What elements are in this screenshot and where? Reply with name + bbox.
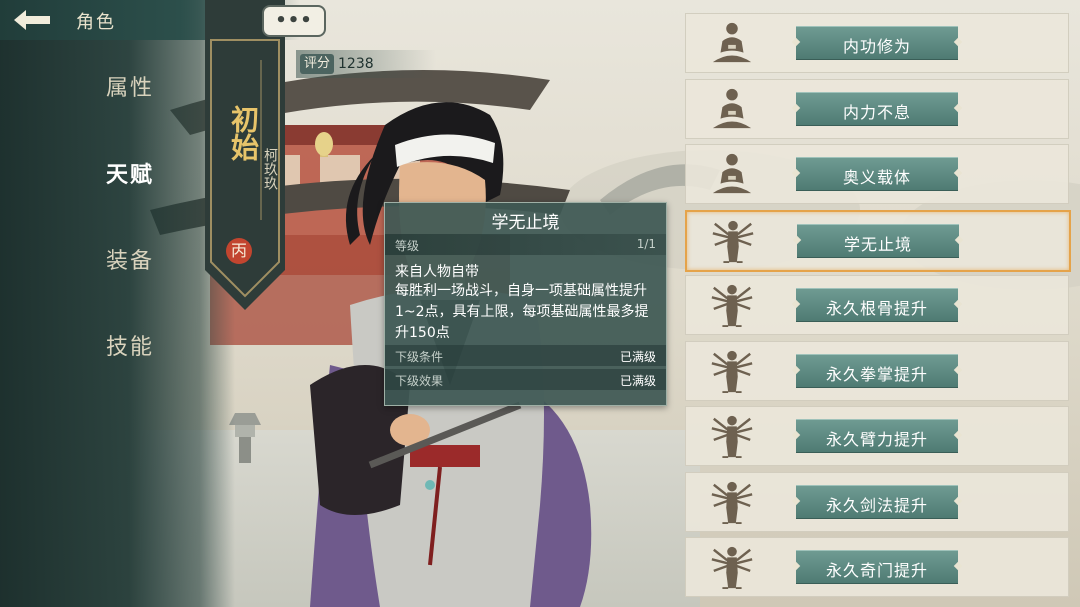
talent-label: 奥义载体 bbox=[842, 168, 911, 187]
character-name: 柯玖玖 bbox=[262, 148, 278, 190]
talent-button[interactable]: 永久根骨提升 bbox=[796, 288, 958, 322]
tooltip-level-value: 1/1 bbox=[636, 237, 656, 251]
talent-row[interactable]: 学无止境 bbox=[685, 209, 1071, 272]
talent-row[interactable]: 永久根骨提升 bbox=[685, 275, 1069, 335]
talent-button[interactable]: 内功修为 bbox=[796, 26, 958, 60]
talent-button[interactable]: 永久剑法提升 bbox=[796, 484, 958, 519]
nav-item-equipment[interactable]: 装备 bbox=[95, 243, 165, 275]
nav-item-talents[interactable]: 天赋 bbox=[95, 157, 165, 189]
nav-item-skills[interactable]: 技能 bbox=[95, 329, 165, 361]
talent-label: 永久根骨提升 bbox=[825, 299, 928, 318]
multi-armed-figure-icon bbox=[710, 349, 754, 393]
talent-button[interactable]: 永久奇门提升 bbox=[796, 550, 958, 584]
talent-button[interactable]: 永久臂力提升 bbox=[796, 419, 958, 453]
tooltip-title: 学无止境 bbox=[491, 213, 560, 233]
multi-armed-figure-icon bbox=[711, 219, 755, 263]
talent-button[interactable]: 学无止境 bbox=[797, 223, 959, 258]
talent-button[interactable]: 奥义载体 bbox=[796, 157, 958, 191]
talent-row[interactable]: 内功修为 bbox=[685, 13, 1069, 73]
talent-row[interactable]: 永久拳掌提升 bbox=[685, 340, 1069, 401]
tooltip-description: 每胜利一场战斗，自身一项基础属性提升1~2点，具有上限，每项基础属性最多提升15… bbox=[395, 283, 649, 341]
back-button[interactable] bbox=[10, 6, 54, 34]
page-title: 角色 bbox=[76, 12, 116, 33]
tooltip-next-condition-row: 下级条件 已满级 bbox=[385, 345, 666, 366]
talent-row[interactable]: 永久奇门提升 bbox=[685, 537, 1069, 597]
tooltip-level-label: 等级 bbox=[395, 239, 420, 253]
talent-tooltip: 学无止境 等级 1/1 来自人物自带 每胜利一场战斗，自身一项基础属性提升1~2… bbox=[384, 202, 667, 406]
meditating-monk-icon bbox=[712, 88, 752, 128]
talent-label: 永久拳掌提升 bbox=[825, 364, 928, 384]
talent-label: 永久剑法提升 bbox=[825, 495, 928, 515]
talent-row[interactable]: 奥义载体 bbox=[685, 144, 1069, 204]
multi-armed-figure-icon bbox=[710, 283, 754, 328]
nav-item-attributes[interactable]: 属性 bbox=[95, 70, 165, 102]
tooltip-next-condition-label: 下级条件 bbox=[395, 350, 444, 364]
tooltip-level-row: 等级 1/1 bbox=[385, 234, 666, 255]
tooltip-next-condition-value: 已满级 bbox=[619, 350, 656, 364]
meditating-monk-icon bbox=[712, 22, 752, 63]
tooltip-source: 来自人物自带 bbox=[395, 264, 479, 280]
talent-label: 学无止境 bbox=[843, 234, 912, 254]
tooltip-next-effect-value: 已满级 bbox=[619, 374, 656, 388]
grade-badge: 丙 bbox=[226, 238, 252, 264]
multi-armed-figure-icon bbox=[710, 545, 754, 590]
character-rank: 初始 bbox=[227, 105, 260, 161]
talent-label: 永久奇门提升 bbox=[825, 561, 928, 580]
multi-armed-figure-icon bbox=[710, 414, 754, 459]
talent-label: 内功修为 bbox=[842, 37, 911, 56]
meditating-monk-icon bbox=[712, 153, 752, 194]
more-options-button[interactable]: ••• bbox=[262, 5, 326, 37]
back-arrow-icon bbox=[14, 10, 50, 30]
score-label: 评分 bbox=[300, 54, 334, 74]
talent-row[interactable]: 永久臂力提升 bbox=[685, 406, 1069, 466]
talent-row[interactable]: 内力不息 bbox=[685, 78, 1069, 139]
talent-label: 永久臂力提升 bbox=[825, 430, 928, 449]
talent-button[interactable]: 内力不息 bbox=[796, 91, 958, 126]
talent-button[interactable]: 永久拳掌提升 bbox=[796, 353, 958, 388]
talent-label: 内力不息 bbox=[842, 102, 911, 122]
talent-row[interactable]: 永久剑法提升 bbox=[685, 471, 1069, 532]
tooltip-next-effect-row: 下级效果 已满级 bbox=[385, 369, 666, 390]
multi-armed-figure-icon bbox=[710, 480, 754, 524]
tooltip-next-effect-label: 下级效果 bbox=[395, 374, 444, 388]
ellipsis-icon: ••• bbox=[275, 10, 313, 31]
score-value: 1238 bbox=[338, 56, 374, 72]
